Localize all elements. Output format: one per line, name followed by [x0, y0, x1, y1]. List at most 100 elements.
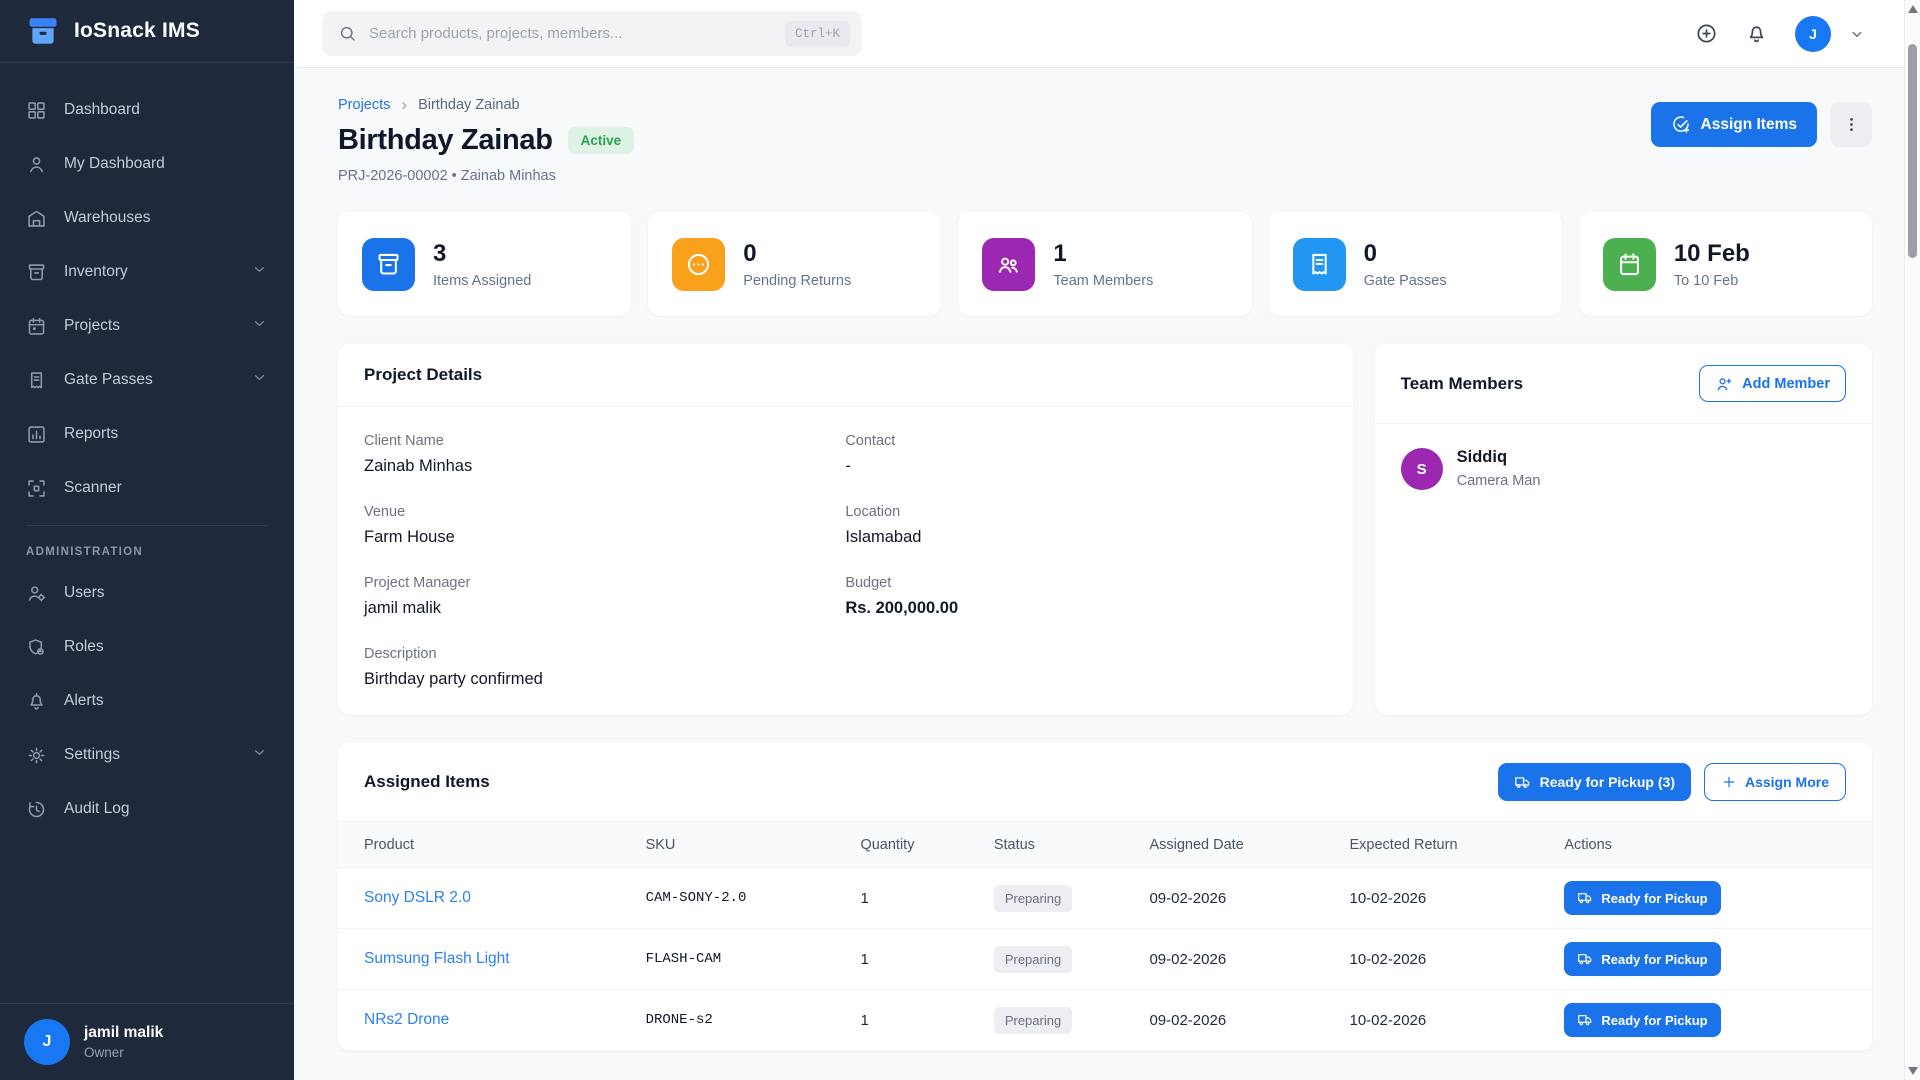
sidebar-item-roles[interactable]: Roles [0, 624, 294, 670]
truck-icon [1577, 951, 1593, 967]
stat-label: Items Assigned [433, 273, 531, 289]
plus-icon [1721, 774, 1737, 790]
sidebar-section-label: ADMINISTRATION [0, 530, 294, 562]
brand-logo-row[interactable]: IoSnack IMS [0, 0, 294, 63]
scrollbar-up-arrow-icon[interactable] [1908, 5, 1918, 13]
sidebar-item-reports[interactable]: Reports [0, 411, 294, 457]
table-row: Sony DSLR 2.0 CAM-SONY-2.0 1 Preparing 0… [338, 868, 1872, 929]
bell-icon [1745, 22, 1768, 45]
truck-icon [1514, 774, 1531, 791]
stat-value: 10 Feb [1674, 240, 1750, 268]
kebab-menu-icon [1842, 115, 1861, 134]
scrollbar-down-arrow-icon[interactable] [1908, 1067, 1918, 1075]
sku-cell: CAM-SONY-2.0 [646, 890, 861, 906]
sidebar-item-dashboard[interactable]: Dashboard [0, 87, 294, 133]
bar-chart-icon [26, 424, 47, 445]
product-link[interactable]: NRs2 Drone [364, 1011, 646, 1029]
window-scrollbar[interactable] [1904, 0, 1920, 1080]
expected-return-cell: 10-02-2026 [1350, 951, 1565, 968]
sidebar-item-gate-passes[interactable]: Gate Passes [0, 357, 294, 403]
box-icon [26, 262, 47, 283]
stats-row: 3 Items Assigned 0 Pending Returns [338, 212, 1872, 316]
chevron-down-icon [251, 261, 268, 283]
sidebar-item-alerts[interactable]: Alerts [0, 678, 294, 724]
history-clock-icon [26, 799, 47, 820]
member-role: Camera Man [1457, 473, 1541, 489]
project-details-grid: Client Name Zainab Minhas Contact - Venu… [338, 407, 1353, 715]
global-search[interactable]: Ctrl+K [322, 11, 862, 56]
project-details-card: Project Details Client Name Zainab Minha… [338, 344, 1353, 715]
gear-icon [26, 745, 47, 766]
assign-more-button[interactable]: Assign More [1704, 763, 1846, 801]
sidebar-item-settings[interactable]: Settings [0, 732, 294, 778]
user-name: jamil malik [84, 1024, 163, 1042]
account-menu-button[interactable] [1848, 25, 1866, 43]
sidebar-item-label: Gate Passes [64, 371, 153, 389]
col-quantity: Quantity [860, 837, 993, 853]
search-icon [338, 24, 357, 43]
table-row: Sumsung Flash Light FLASH-CAM 1 Preparin… [338, 929, 1872, 990]
project-meta: PRJ-2026-00002 • Zainab Minhas [338, 168, 634, 184]
stat-gate-passes: 0 Gate Passes [1269, 212, 1562, 316]
shortcut-badge: Ctrl+K [785, 21, 850, 47]
ready-for-pickup-all-button[interactable]: Ready for Pickup (3) [1498, 763, 1691, 801]
page-content: Projects › Birthday Zainab Birthday Zain… [294, 68, 1920, 1080]
assign-items-button[interactable]: Assign Items [1651, 102, 1817, 147]
dashboard-grid-icon [26, 100, 47, 121]
sidebar-item-projects[interactable]: Projects [0, 303, 294, 349]
col-expected-return: Expected Return [1350, 837, 1565, 853]
sidebar-user-card[interactable]: J jamil malik Owner [0, 1003, 294, 1080]
topbar: Ctrl+K J [294, 0, 1920, 68]
avatar: J [24, 1019, 70, 1065]
stat-label: Team Members [1053, 273, 1153, 289]
add-member-button[interactable]: Add Member [1699, 365, 1846, 402]
avatar[interactable]: J [1795, 16, 1831, 52]
sidebar-item-label: Alerts [64, 692, 104, 710]
sidebar-item-label: Projects [64, 317, 120, 335]
col-actions: Actions [1564, 837, 1846, 853]
sidebar-item-users[interactable]: Users [0, 570, 294, 616]
receipt-icon [26, 370, 47, 391]
pending-returns-icon [672, 238, 725, 291]
sidebar-item-label: Scanner [64, 479, 122, 497]
team-members-card: Team Members Add Member S Siddiq Camera … [1375, 344, 1872, 715]
more-options-button[interactable] [1830, 102, 1872, 147]
stat-team-members: 1 Team Members [958, 212, 1251, 316]
sidebar-item-label: Inventory [64, 263, 128, 281]
chevron-down-icon [251, 744, 268, 766]
table-row: NRs2 Drone DRONE-s2 1 Preparing 09-02-20… [338, 990, 1872, 1051]
sidebar-item-inventory[interactable]: Inventory [0, 249, 294, 295]
assigned-date-cell: 09-02-2026 [1149, 951, 1349, 968]
table-header: Product SKU Quantity Status Assigned Dat… [338, 821, 1872, 868]
warehouse-icon [26, 208, 47, 229]
quantity-cell: 1 [860, 890, 993, 907]
notifications-button[interactable] [1745, 22, 1768, 45]
stat-label: To 10 Feb [1674, 273, 1750, 289]
stat-label: Gate Passes [1364, 273, 1447, 289]
sidebar-item-label: My Dashboard [64, 155, 165, 173]
receipt-icon [1293, 238, 1346, 291]
people-icon [982, 238, 1035, 291]
quantity-cell: 1 [860, 1012, 993, 1029]
card-title: Project Details [364, 365, 482, 385]
sidebar-item-my-dashboard[interactable]: My Dashboard [0, 141, 294, 187]
ready-for-pickup-button[interactable]: Ready for Pickup [1564, 942, 1720, 976]
sidebar-nav: Dashboard My Dashboard Warehouses Invent… [0, 63, 294, 1003]
sidebar-item-scanner[interactable]: Scanner [0, 465, 294, 511]
product-link[interactable]: Sumsung Flash Light [364, 950, 646, 968]
sidebar-item-audit-log[interactable]: Audit Log [0, 786, 294, 832]
bell-icon [26, 691, 47, 712]
sidebar-item-label: Users [64, 584, 104, 602]
calendar-icon [26, 316, 47, 337]
product-link[interactable]: Sony DSLR 2.0 [364, 889, 646, 907]
scrollbar-thumb[interactable] [1908, 44, 1917, 258]
breadcrumb-projects-link[interactable]: Projects [338, 97, 390, 113]
person-plus-icon [1715, 375, 1733, 393]
sidebar-item-warehouses[interactable]: Warehouses [0, 195, 294, 241]
ready-for-pickup-button[interactable]: Ready for Pickup [1564, 881, 1720, 915]
ready-for-pickup-button[interactable]: Ready for Pickup [1564, 1003, 1720, 1037]
search-input[interactable] [369, 25, 773, 42]
quantity-cell: 1 [860, 951, 993, 968]
field-project-manager: Project Manager jamil malik [364, 575, 845, 618]
add-button[interactable] [1695, 22, 1718, 45]
